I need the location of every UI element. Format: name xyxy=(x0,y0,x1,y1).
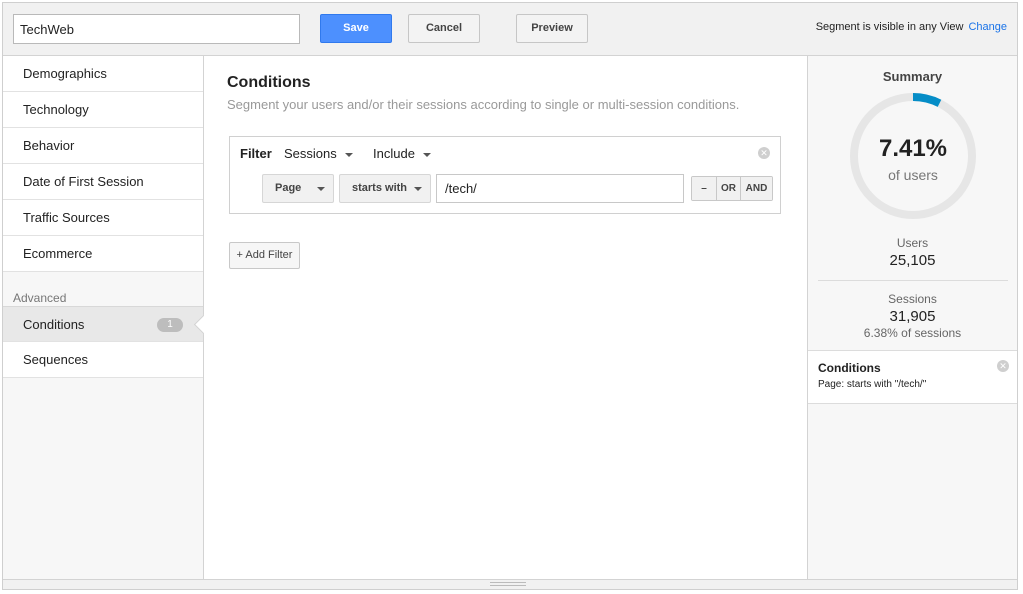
page-subtitle: Segment your users and/or their sessions… xyxy=(227,97,740,112)
close-icon[interactable]: ✕ xyxy=(997,360,1009,372)
users-percent: 7.41% xyxy=(878,135,948,162)
sidebar-item-conditions[interactable]: Conditions 1 xyxy=(3,306,203,342)
preview-button[interactable]: Preview xyxy=(516,14,588,43)
sessions-note: 6.38% of sessions xyxy=(863,326,962,340)
page-title: Conditions xyxy=(227,74,311,91)
chevron-down-icon xyxy=(422,152,431,157)
scope-dropdown[interactable]: Sessions xyxy=(284,146,353,161)
segment-editor: Save Cancel Preview Segment is visible i… xyxy=(2,2,1018,590)
visibility-text: Segment is visible in any View xyxy=(815,21,964,33)
conditions-panel: Conditions Segment your users and/or the… xyxy=(204,56,807,581)
cancel-button[interactable]: Cancel xyxy=(408,14,480,43)
segment-name-input[interactable] xyxy=(13,14,300,44)
users-value: 25,105 xyxy=(889,252,936,269)
users-label: Users xyxy=(896,236,929,250)
sidebar-item-date-of-first-session[interactable]: Date of First Session xyxy=(3,164,203,200)
include-dropdown[interactable]: Include xyxy=(373,146,431,161)
segment-header: Save Cancel Preview Segment is visible i… xyxy=(3,3,1017,56)
sessions-value: 31,905 xyxy=(889,308,936,325)
and-button[interactable]: AND xyxy=(740,177,772,200)
summary-panel: Summary 7.41% of users Users 25,105 Sess… xyxy=(807,56,1017,581)
dimension-value: Page xyxy=(275,182,302,194)
condition-summary-title: Conditions xyxy=(818,361,881,375)
resize-handle-icon[interactable] xyxy=(490,582,526,586)
chevron-down-icon xyxy=(317,187,325,191)
chevron-down-icon xyxy=(414,187,422,191)
divider xyxy=(818,280,1008,281)
sidebar-item-traffic-sources[interactable]: Traffic Sources xyxy=(3,200,203,236)
chevron-down-icon xyxy=(344,152,353,157)
advanced-group-label: Advanced xyxy=(13,291,67,305)
include-value: Include xyxy=(373,146,415,161)
change-link[interactable]: Change xyxy=(968,21,1007,33)
sessions-label: Sessions xyxy=(888,292,937,306)
close-icon[interactable]: ✕ xyxy=(758,147,770,159)
sidebar-item-technology[interactable]: Technology xyxy=(3,92,203,128)
sidebar-item-demographics[interactable]: Demographics xyxy=(3,56,203,92)
or-button[interactable]: OR xyxy=(716,177,740,200)
users-donut: 7.41% of users xyxy=(847,90,979,222)
condition-summary-desc: Page: starts with "/tech/" xyxy=(818,379,927,390)
save-button[interactable]: Save xyxy=(320,14,392,43)
users-percent-label: of users xyxy=(888,167,938,183)
condition-value-input[interactable] xyxy=(436,174,684,203)
remove-condition-button[interactable]: – xyxy=(692,177,716,200)
operator-value: starts with xyxy=(352,182,408,194)
sidebar-item-sequences[interactable]: Sequences xyxy=(3,342,203,378)
summary-title: Summary xyxy=(882,69,943,84)
filter-block: Filter Sessions Include ✕ Page starts wi… xyxy=(229,136,781,214)
filter-label: Filter xyxy=(240,146,272,161)
scope-value: Sessions xyxy=(284,146,337,161)
add-filter-button[interactable]: + Add Filter xyxy=(229,242,300,269)
visibility-info: Segment is visible in any View Change xyxy=(816,21,1007,33)
sidebar-item-behavior[interactable]: Behavior xyxy=(3,128,203,164)
dimension-select[interactable]: Page xyxy=(262,174,334,203)
sidebar-item-ecommerce[interactable]: Ecommerce xyxy=(3,236,203,272)
condition-operators: – OR AND xyxy=(691,176,773,201)
condition-summary-card: Conditions Page: starts with "/tech/" ✕ xyxy=(808,350,1017,404)
sidebar-item-label: Conditions xyxy=(23,317,85,332)
conditions-count-badge: 1 xyxy=(157,318,183,332)
bottom-bar xyxy=(3,579,1017,589)
sidebar: Demographics Technology Behavior Date of… xyxy=(3,56,204,581)
operator-select[interactable]: starts with xyxy=(339,174,431,203)
